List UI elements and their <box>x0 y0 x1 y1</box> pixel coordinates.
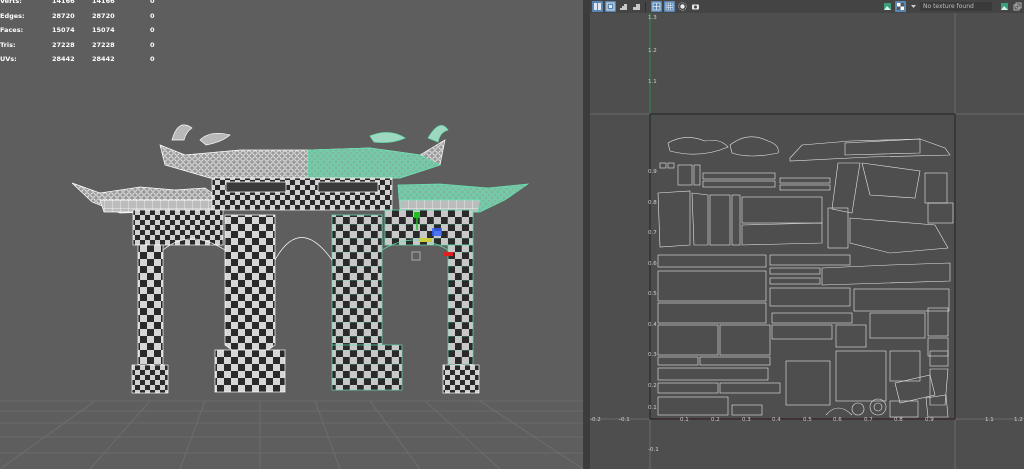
hud-value: 0 <box>150 11 155 20</box>
u-tick-label: 0.6 <box>833 417 842 423</box>
ground-grid <box>0 400 583 469</box>
v-tick-label: 0.1 <box>648 405 657 411</box>
hud-value: 28720 <box>92 11 115 20</box>
hud-row-uvs: UVs: 28442 28442 0 <box>0 52 160 67</box>
v-tick-label: 0.4 <box>648 322 657 328</box>
texture-image-icon[interactable] <box>882 1 893 12</box>
u-tick-label: -0.1 <box>619 417 630 423</box>
v-tick-label: 1.1 <box>648 79 657 85</box>
gate-model[interactable] <box>71 124 530 394</box>
u-tick-label: 0.4 <box>772 417 781 423</box>
hud-row-edges: Edges: 28720 28720 0 <box>0 9 160 24</box>
hud-label: UVs: <box>0 55 17 64</box>
hud-value: 27228 <box>92 40 115 49</box>
hud-row-verts: Verts: 14166 14166 0 <box>0 0 160 9</box>
u-tick-label: 0.8 <box>894 417 903 423</box>
u-tick-label: 0.7 <box>864 417 873 423</box>
camera-icon[interactable] <box>690 1 701 12</box>
hud-row-faces: Faces: 15074 15074 0 <box>0 23 160 38</box>
scene-3d-canvas[interactable] <box>0 0 583 469</box>
stairs-icon[interactable] <box>618 1 629 12</box>
v-tick-label: -0.1 <box>648 447 659 453</box>
hud-value: 0 <box>150 0 155 6</box>
hud-label: Verts: <box>0 0 22 6</box>
u-tick-label: -0.2 <box>590 417 601 423</box>
checker-icon[interactable] <box>895 1 906 12</box>
hud-value: 14166 <box>52 0 75 6</box>
toolbar-divider <box>645 1 646 12</box>
grid-snap-icon[interactable] <box>664 1 675 12</box>
hud-value: 28442 <box>52 55 75 64</box>
uv-select-icon[interactable] <box>592 1 603 12</box>
u-tick-label: 0.1 <box>680 417 689 423</box>
u-tick-label: 0.3 <box>742 417 751 423</box>
v-tick-label: 0.9 <box>648 169 657 175</box>
uv-toolbar: No texture found <box>590 0 1024 13</box>
hud-row-tris: Tris: 27228 27228 0 <box>0 38 160 53</box>
v-tick-label: 0.3 <box>648 352 657 358</box>
u-tick-label: 0.2 <box>711 417 720 423</box>
hud-value: 15074 <box>92 26 115 35</box>
v-tick-label: 0.7 <box>648 230 657 236</box>
texture-dropdown[interactable]: No texture found <box>920 2 992 11</box>
uv-editor-panel: No texture found -0.2 -0.1 0.1 0.2 0.3 0… <box>590 0 1024 469</box>
uv-shell-icon[interactable] <box>605 1 616 12</box>
hud-value: 14166 <box>92 0 115 6</box>
grid-icon[interactable] <box>651 1 662 12</box>
v-tick-label: 1.2 <box>648 48 657 54</box>
panel-separator[interactable] <box>583 0 590 469</box>
v-tick-label: 0.6 <box>648 261 657 267</box>
hud-value: 15074 <box>52 26 75 35</box>
hud-value: 28720 <box>52 11 75 20</box>
v-tick-label: 0.5 <box>648 291 657 297</box>
v-tick-label: 0.2 <box>648 383 657 389</box>
u-tick-label: 1.1 <box>985 417 994 423</box>
u-tick-label: 1.2 <box>1014 417 1023 423</box>
hud-label: Faces: <box>0 26 24 35</box>
hud-label: Tris: <box>0 40 16 49</box>
hud-value: 27228 <box>52 40 75 49</box>
u-tick-label: 0.9 <box>925 417 934 423</box>
poly-count-hud: Verts: 14166 14166 0 Edges: 28720 28720 … <box>0 0 160 67</box>
hud-value: 0 <box>150 40 155 49</box>
hud-value: 0 <box>150 26 155 35</box>
copy-icon[interactable] <box>1012 1 1023 12</box>
chevron-down-icon[interactable] <box>908 1 919 12</box>
v-tick-label: 1.3 <box>648 15 657 21</box>
v-tick-label: 0.8 <box>648 200 657 206</box>
uv-canvas[interactable]: -0.2 -0.1 0.1 0.2 0.3 0.4 0.5 0.6 0.7 0.… <box>590 13 1024 469</box>
hud-value: 28442 <box>92 55 115 64</box>
uv-zero-one-bound <box>649 113 956 420</box>
sun-icon[interactable] <box>677 1 688 12</box>
hud-value: 0 <box>150 55 155 64</box>
u-tick-label: 0.5 <box>803 417 812 423</box>
uv-shells[interactable] <box>657 136 954 418</box>
texture-image-icon[interactable] <box>999 1 1010 12</box>
stairs-icon[interactable] <box>631 1 642 12</box>
hud-label: Edges: <box>0 11 25 20</box>
perspective-viewport[interactable]: Verts: 14166 14166 0 Edges: 28720 28720 … <box>0 0 583 469</box>
